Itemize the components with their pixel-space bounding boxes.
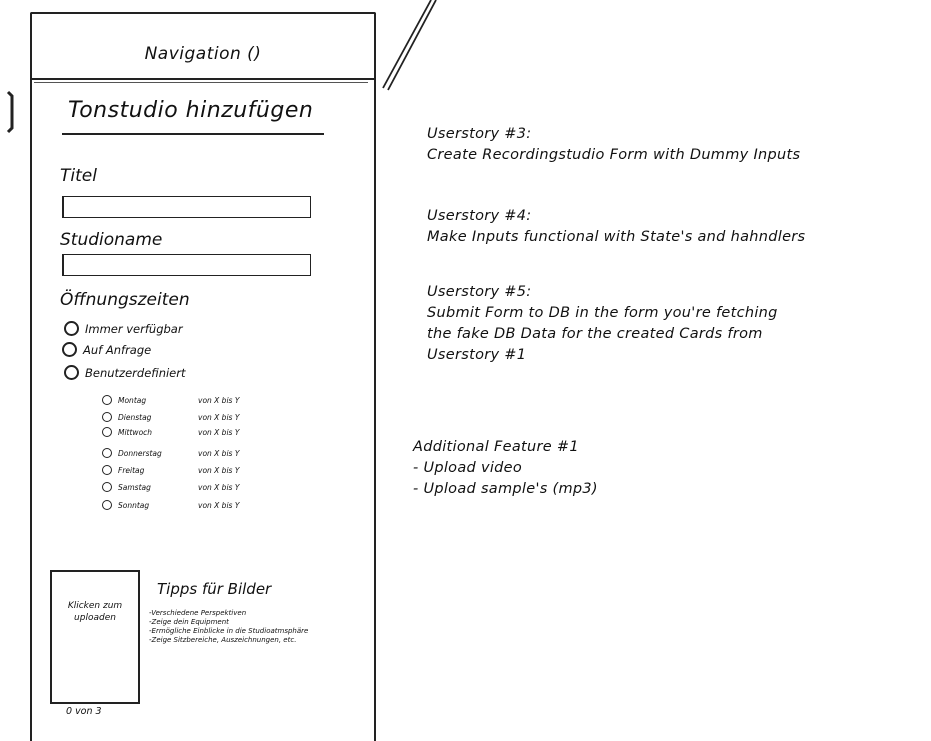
- userstory-line: Userstory #1: [427, 347, 527, 363]
- tip-item: -Ermögliche Einblicke in die Studioatmsp…: [149, 627, 309, 635]
- userstory-title: Userstory #3:: [427, 126, 532, 142]
- userstory-4: Userstory #4: Make Inputs functional wit…: [427, 206, 805, 248]
- page-title: Tonstudio hinzufügen: [68, 98, 314, 123]
- day-name: Dienstag: [118, 412, 152, 422]
- tip-item: -Zeige Sitzbereiche, Auszeichnungen, etc…: [149, 636, 297, 644]
- day-radio-icon: [102, 500, 112, 510]
- radio-label: Auf Anfrage: [83, 342, 152, 357]
- day-row-saturday[interactable]: Samstag von X bis Y: [102, 482, 302, 492]
- day-radio-icon: [102, 465, 112, 475]
- bracket-icon: [6, 90, 14, 134]
- nav-divider: [32, 78, 374, 80]
- day-row-tuesday[interactable]: Dienstag von X bis Y: [102, 412, 302, 422]
- tips-title: Tipps für Bilder: [157, 580, 272, 598]
- day-range: von X bis Y: [198, 465, 240, 475]
- opening-hours-label: Öffnungszeiten: [60, 290, 190, 310]
- day-radio-icon: [102, 448, 112, 458]
- day-row-sunday[interactable]: Sonntag von X bis Y: [102, 500, 302, 510]
- radio-circle-icon: [64, 365, 79, 380]
- userstory-5: Userstory #5: Submit Form to DB in the f…: [427, 282, 778, 366]
- day-name: Mittwoch: [118, 427, 153, 437]
- day-row-wednesday[interactable]: Mittwoch von X bis Y: [102, 427, 302, 437]
- additional-feature: Additional Feature #1 - Upload video - U…: [413, 437, 598, 500]
- upload-label-line1: Klicken zum: [67, 601, 123, 611]
- feature-title: Additional Feature #1: [413, 439, 579, 455]
- day-range: von X bis Y: [198, 482, 240, 492]
- upload-prompt: Klicken zum uploaden: [52, 600, 138, 624]
- upload-count: 0 von 3: [66, 706, 102, 717]
- day-row-friday[interactable]: Freitag von X bis Y: [102, 465, 302, 475]
- wireframe-frame: Navigation () Tonstudio hinzufügen Titel…: [30, 12, 376, 741]
- nav-divider-secondary: [34, 82, 368, 83]
- radio-label: Immer verfügbar: [85, 321, 183, 336]
- userstory-3: Userstory #3: Create Recordingstudio For…: [427, 124, 800, 166]
- day-row-thursday[interactable]: Donnerstag von X bis Y: [102, 448, 302, 458]
- radio-circle-icon: [64, 321, 79, 336]
- day-name: Samstag: [118, 482, 151, 492]
- radio-custom[interactable]: Benutzerdefiniert: [64, 365, 186, 380]
- tip-item: -Verschiedene Perspektiven: [149, 609, 247, 617]
- radio-on-request[interactable]: Auf Anfrage: [62, 342, 151, 357]
- day-name: Freitag: [118, 465, 145, 475]
- day-name: Sonntag: [118, 500, 150, 510]
- title-label: Titel: [60, 166, 97, 186]
- day-radio-icon: [102, 395, 112, 405]
- feature-item: - Upload sample's (mp3): [413, 481, 598, 497]
- day-name: Montag: [118, 395, 147, 405]
- day-radio-icon: [102, 482, 112, 492]
- userstory-line: Make Inputs functional with State's and …: [427, 229, 806, 245]
- userstory-title: Userstory #4:: [427, 208, 532, 224]
- userstory-line: Submit Form to DB in the form you're fet…: [427, 305, 778, 321]
- tip-item: -Zeige dein Equipment: [149, 618, 229, 626]
- title-underline: [62, 133, 324, 135]
- day-range: von X bis Y: [198, 427, 240, 437]
- day-range: von X bis Y: [198, 412, 240, 422]
- userstory-line: the fake DB Data for the created Cards f…: [427, 326, 763, 342]
- day-range: von X bis Y: [198, 395, 240, 405]
- radio-circle-icon: [62, 342, 77, 357]
- day-radio-icon: [102, 412, 112, 422]
- navigation-title[interactable]: Navigation (): [32, 44, 374, 64]
- feature-item: - Upload video: [413, 460, 523, 476]
- day-range: von X bis Y: [198, 448, 240, 458]
- radio-label: Benutzerdefiniert: [85, 365, 186, 380]
- upload-label-line2: uploaden: [74, 613, 116, 623]
- title-input[interactable]: [62, 196, 311, 218]
- userstory-line: Create Recordingstudio Form with Dummy I…: [427, 147, 801, 163]
- day-name: Donnerstag: [118, 448, 162, 458]
- userstory-title: Userstory #5:: [427, 284, 532, 300]
- day-range: von X bis Y: [198, 500, 240, 510]
- day-row-monday[interactable]: Montag von X bis Y: [102, 395, 302, 405]
- studioname-input[interactable]: [62, 254, 311, 276]
- day-radio-icon: [102, 427, 112, 437]
- studioname-label: Studioname: [60, 230, 163, 250]
- tips-list: -Verschiedene Perspektiven -Zeige dein E…: [149, 609, 308, 645]
- image-upload-box[interactable]: Klicken zum uploaden: [50, 570, 140, 704]
- radio-always-available[interactable]: Immer verfügbar: [64, 321, 183, 336]
